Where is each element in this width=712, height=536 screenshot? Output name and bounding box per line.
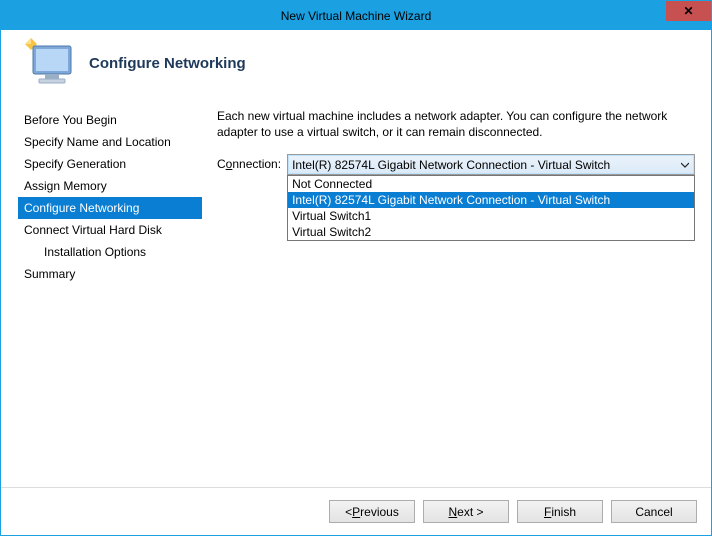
sidebar-step-6[interactable]: Installation Options — [18, 241, 202, 263]
finish-button[interactable]: Finish — [517, 500, 603, 523]
page-title: Configure Networking — [89, 55, 246, 72]
wizard-header: Configure Networking — [1, 30, 711, 96]
sidebar-step-0[interactable]: Before You Begin — [18, 109, 202, 131]
previous-button[interactable]: < Previous — [329, 500, 415, 523]
wizard-steps-sidebar: Before You BeginSpecify Name and Locatio… — [17, 108, 203, 487]
dropdown-option-1[interactable]: Intel(R) 82574L Gigabit Network Connecti… — [288, 192, 694, 208]
sidebar-step-5[interactable]: Connect Virtual Hard Disk — [18, 219, 202, 241]
connection-row: Connection: Intel(R) 82574L Gigabit Netw… — [217, 154, 695, 175]
window-title: New Virtual Machine Wizard — [281, 9, 432, 23]
dropdown-option-2[interactable]: Virtual Switch1 — [288, 208, 694, 224]
content-area: Each new virtual machine includes a netw… — [217, 108, 695, 487]
connection-dropdown[interactable]: Not ConnectedIntel(R) 82574L Gigabit Net… — [287, 175, 695, 241]
cancel-button[interactable]: Cancel — [611, 500, 697, 523]
connection-selected-value: Intel(R) 82574L Gigabit Network Connecti… — [292, 158, 610, 172]
close-button[interactable]: ✕ — [666, 1, 711, 21]
dropdown-option-3[interactable]: Virtual Switch2 — [288, 224, 694, 240]
close-icon: ✕ — [683, 4, 693, 18]
sidebar-step-4[interactable]: Configure Networking — [18, 197, 202, 219]
chevron-down-icon — [678, 157, 692, 172]
sidebar-step-2[interactable]: Specify Generation — [18, 153, 202, 175]
sidebar-step-1[interactable]: Specify Name and Location — [18, 131, 202, 153]
wizard-window: New Virtual Machine Wizard ✕ Configure N… — [0, 0, 712, 536]
sidebar-step-7[interactable]: Summary — [18, 263, 202, 285]
wizard-footer: < Previous Next > Finish Cancel — [1, 487, 711, 535]
wizard-icon — [19, 38, 75, 88]
description-text: Each new virtual machine includes a netw… — [217, 108, 695, 140]
dropdown-option-0[interactable]: Not Connected — [288, 176, 694, 192]
connection-label: Connection: — [217, 154, 281, 171]
next-button[interactable]: Next > — [423, 500, 509, 523]
wizard-body: Before You BeginSpecify Name and Locatio… — [1, 96, 711, 487]
sidebar-step-3[interactable]: Assign Memory — [18, 175, 202, 197]
connection-select[interactable]: Intel(R) 82574L Gigabit Network Connecti… — [287, 154, 695, 175]
connection-select-wrap: Intel(R) 82574L Gigabit Network Connecti… — [287, 154, 695, 175]
titlebar[interactable]: New Virtual Machine Wizard ✕ — [1, 1, 711, 30]
